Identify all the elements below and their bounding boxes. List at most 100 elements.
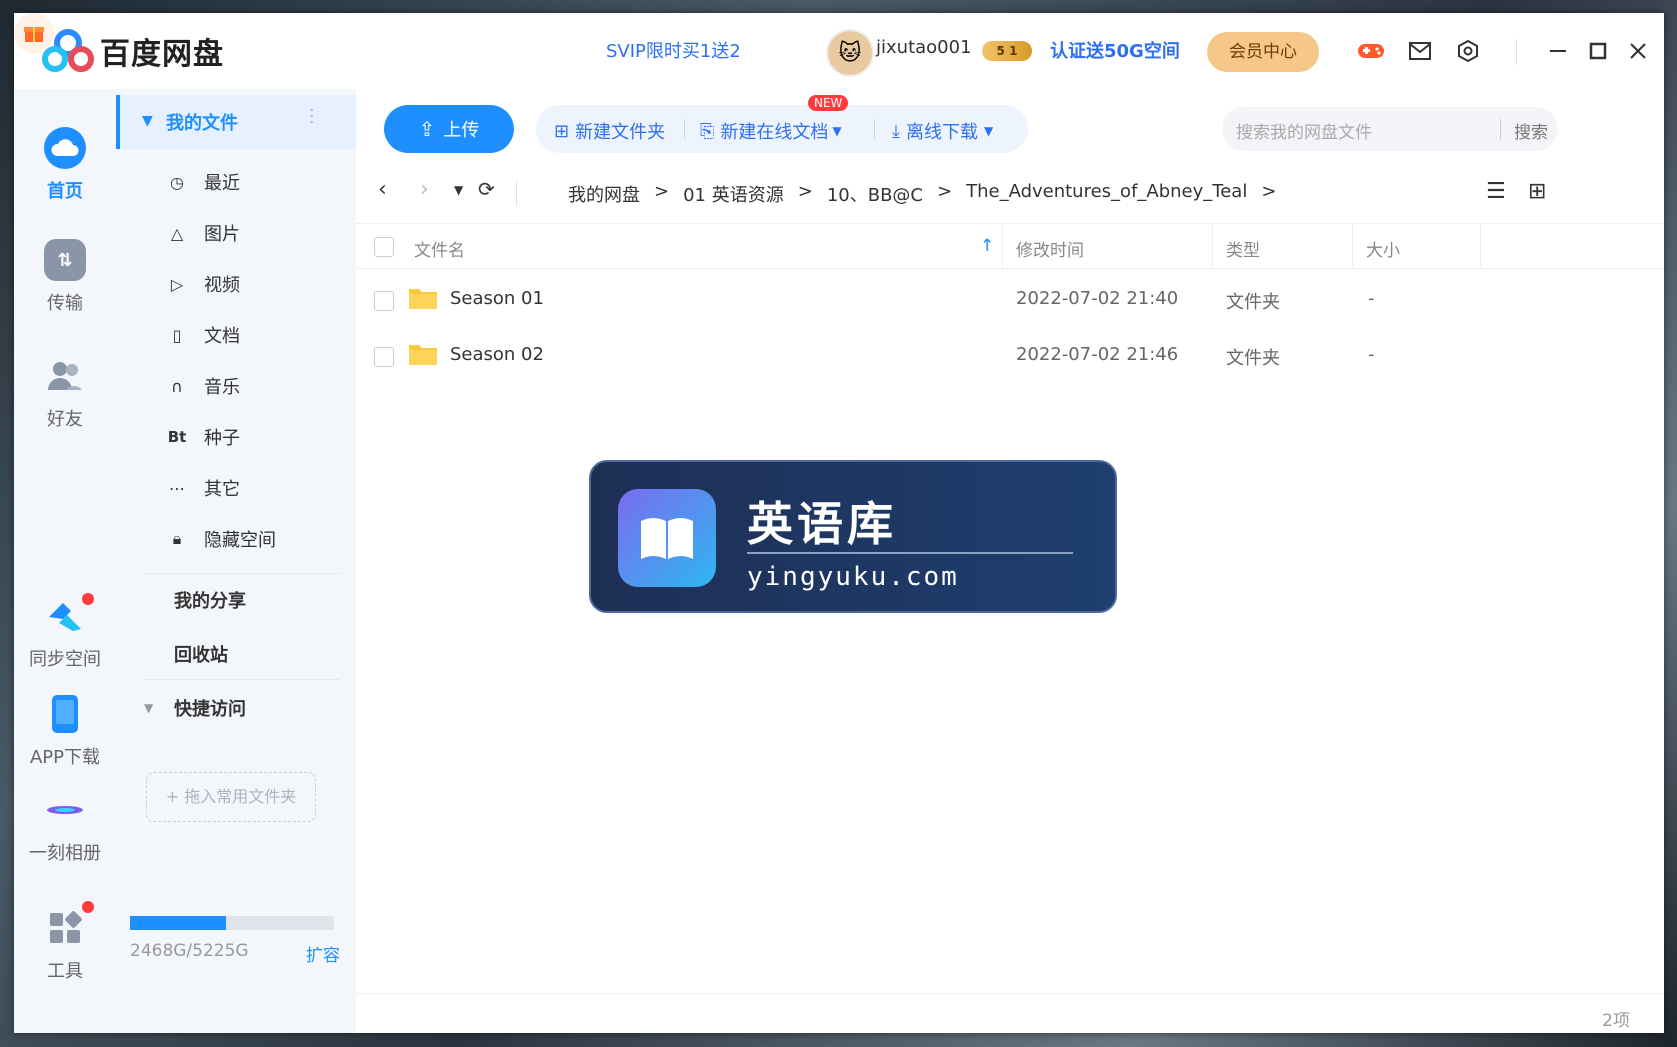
history-dropdown-icon[interactable]: ▼ [454, 183, 463, 197]
mail-icon[interactable] [1406, 37, 1434, 65]
chevron-right-icon: > [654, 181, 670, 202]
app-name: 百度网盘 [100, 37, 224, 72]
svip-promo-link[interactable]: SVIP限时买1送2 [606, 37, 741, 63]
nav-tools[interactable]: 工具 [14, 901, 116, 983]
title-bar: 百度网盘 SVIP限时买1送2 🐱 jixutao001 5 1 认证送50G空… [14, 13, 1664, 89]
back-icon[interactable]: ‹ [378, 177, 387, 202]
search-input[interactable]: 搜索我的网盘文件 [1236, 118, 1372, 143]
file-modified: 2022-07-02 21:40 [1016, 288, 1179, 309]
nav-home[interactable]: 首页 [14, 127, 116, 203]
file-size: - [1368, 288, 1375, 309]
column-size[interactable]: 大小 [1366, 236, 1400, 261]
new-online-doc-button[interactable]: ⎘ 新建在线文档 ▼ [700, 118, 842, 144]
row-checkbox[interactable] [374, 347, 394, 367]
game-icon[interactable] [1357, 37, 1385, 65]
close-icon[interactable] [1624, 37, 1652, 65]
upload-button[interactable]: ⇪ 上传 [384, 105, 514, 153]
caret-down-icon[interactable]: ▼ [144, 701, 153, 715]
titlebar-divider [1516, 39, 1517, 65]
refresh-icon[interactable]: ⟳ [478, 177, 495, 201]
new-badge: NEW [808, 95, 849, 111]
breadcrumb-item[interactable]: 01 英语资源 [683, 181, 784, 207]
toolbar-group: ⊞ 新建文件夹 ⎘ 新建在线文档 ▼ NEW ⤓ 离线下载 ▼ [536, 95, 1028, 153]
sidebar-recycle-bin[interactable]: 回收站 [174, 641, 228, 667]
table-row[interactable]: Season 01 2022-07-02 21:40 文件夹 - [356, 272, 1664, 328]
sidebar-item-videos[interactable]: ▷ 视频 [166, 271, 240, 297]
table-header: 文件名 ↑ 修改时间 类型 大小 [356, 223, 1664, 269]
expand-storage-link[interactable]: 扩容 [306, 941, 340, 966]
breadcrumb-item[interactable]: 10、BB@C [827, 181, 923, 207]
svip-level-badge[interactable]: 5 1 [982, 41, 1032, 61]
toolbar-divider [874, 119, 875, 139]
caret-down-icon: ▼ [142, 113, 153, 129]
app-window: 百度网盘 SVIP限时买1送2 🐱 jixutao001 5 1 认证送50G空… [14, 13, 1664, 1033]
grid-view-icon[interactable]: ⊞ [1528, 179, 1546, 204]
file-name[interactable]: Season 02 [450, 344, 544, 365]
sort-asc-icon[interactable]: ↑ [980, 236, 994, 256]
upload-icon: ⇪ [418, 117, 436, 141]
folder-icon [409, 289, 437, 309]
file-name[interactable]: Season 01 [450, 288, 544, 309]
select-all-checkbox[interactable] [374, 237, 394, 257]
play-icon: ▷ [170, 274, 184, 294]
nav-sync-space[interactable]: 同步空间 [14, 593, 116, 671]
sidebar-item-recent[interactable]: ◷ 最近 [166, 169, 240, 195]
column-type[interactable]: 类型 [1226, 236, 1260, 261]
breadcrumb-item[interactable]: 我的网盘 [568, 181, 640, 207]
nav-app-download[interactable]: APP下载 [14, 693, 116, 769]
username[interactable]: jixutao001 [876, 37, 972, 58]
watermark-divider [747, 552, 1073, 554]
lock-icon: 🔒︎ [172, 529, 182, 548]
nav-transfer[interactable]: ⇅ 传输 [14, 239, 116, 315]
sidebar-item-documents[interactable]: ▯ 文档 [166, 322, 240, 348]
download-icon: ⤓ [892, 120, 900, 142]
column-divider [1002, 224, 1003, 268]
column-name[interactable]: 文件名 [414, 236, 465, 261]
sidebar-item-torrents[interactable]: Bt 种子 [166, 424, 240, 450]
sidebar-quick-access[interactable]: 快捷访问 [174, 695, 246, 721]
column-divider [1480, 224, 1481, 268]
forward-icon[interactable]: › [420, 177, 429, 202]
drop-favorite-folder-zone[interactable]: + 拖入常用文件夹 [146, 772, 316, 822]
tools-grid-icon [44, 907, 86, 949]
search-box[interactable]: 搜索我的网盘文件 搜索 [1222, 107, 1558, 151]
headphones-icon: ∩ [171, 376, 183, 396]
sidebar-my-share[interactable]: 我的分享 [174, 587, 246, 613]
sidebar-item-others[interactable]: ⋯ 其它 [166, 475, 240, 501]
status-bar: 2项 [356, 993, 1664, 1033]
sidebar-item-music[interactable]: ∩ 音乐 [166, 373, 240, 399]
sidebar-my-files[interactable]: ▼ 我的文件 ⋯ [116, 95, 356, 149]
nav-moment-album[interactable]: 一刻相册 [14, 789, 116, 865]
offline-download-button[interactable]: ⤓ 离线下载 ▼ [892, 118, 993, 144]
new-document-icon: ⎘ [700, 120, 715, 142]
new-folder-button[interactable]: ⊞ 新建文件夹 [554, 118, 665, 144]
nav-friends[interactable]: 好友 [14, 355, 116, 431]
more-options-icon[interactable]: ⋯ [301, 107, 322, 125]
folder-icon [409, 345, 437, 365]
pathbar-divider [516, 181, 517, 205]
sort-icon[interactable]: ☰ [1486, 179, 1506, 204]
sidebar-item-hidden-space[interactable]: 🔒︎ 隐藏空间 [166, 526, 276, 552]
settings-icon[interactable] [1454, 37, 1482, 65]
minimize-icon[interactable] [1544, 37, 1572, 65]
row-checkbox[interactable] [374, 291, 394, 311]
file-type: 文件夹 [1226, 348, 1280, 369]
sidebar-divider [144, 679, 340, 680]
maximize-icon[interactable] [1584, 37, 1612, 65]
breadcrumb: 我的网盘 > 01 英语资源 > 10、BB@C > The_Adventures_o… [568, 181, 1290, 207]
search-button[interactable]: 搜索 [1514, 118, 1548, 143]
vip-center-button[interactable]: 会员中心 [1207, 32, 1319, 72]
dropdown-arrow-icon: ▼ [832, 124, 842, 138]
verify-link[interactable]: 认证送50G空间 [1050, 37, 1180, 63]
clock-icon: ◷ [170, 172, 184, 192]
notification-dot [82, 593, 94, 605]
breadcrumb-item[interactable]: The_Adventures_of_Abney_Teal [966, 181, 1247, 207]
sidebar-item-images[interactable]: △ 图片 [166, 220, 240, 246]
avatar[interactable]: 🐱 [826, 29, 874, 77]
chevron-right-icon: > [797, 181, 813, 202]
watermark-title: 英语库 [747, 497, 897, 551]
column-modified[interactable]: 修改时间 [1016, 236, 1084, 261]
phone-icon [44, 693, 86, 735]
table-row[interactable]: Season 02 2022-07-02 21:46 文件夹 - [356, 328, 1664, 384]
column-divider [1352, 224, 1353, 268]
